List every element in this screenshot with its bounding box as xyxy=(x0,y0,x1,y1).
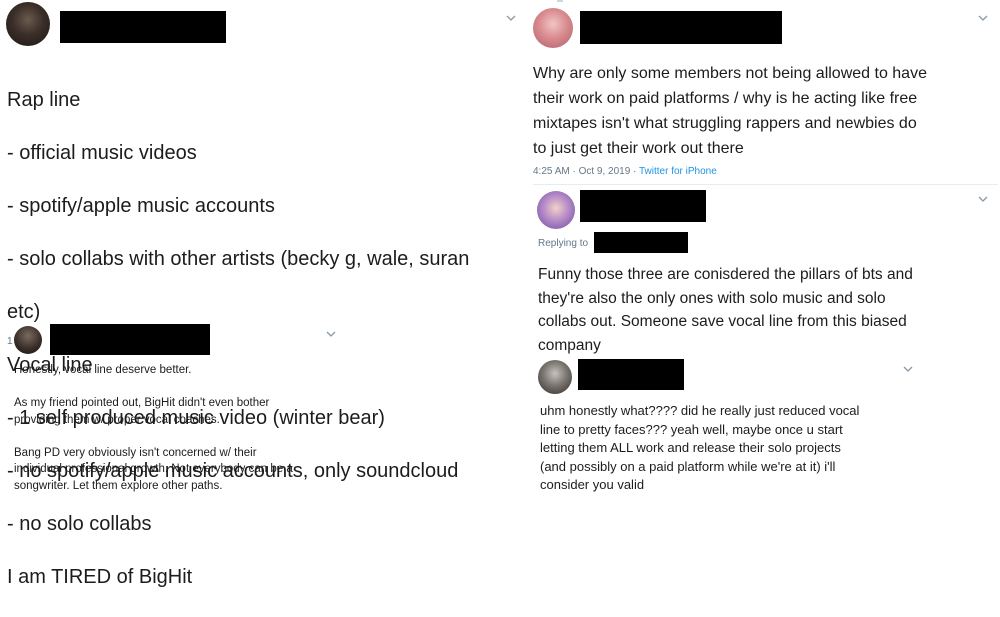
username-redaction xyxy=(580,190,706,222)
tweet-line: - spotify/apple music accounts xyxy=(7,194,275,217)
tweet-line: Rap line xyxy=(7,88,81,111)
reply-count: 1 xyxy=(7,336,13,347)
chevron-down-icon[interactable] xyxy=(326,329,336,339)
avatar[interactable] xyxy=(538,360,572,394)
reply-text: uhm honestly what???? did he really just… xyxy=(540,403,860,492)
username-redaction xyxy=(578,359,684,390)
replying-to-label: Replying to xyxy=(538,238,589,249)
tweet-line: - official music videos xyxy=(7,141,197,164)
avatar[interactable] xyxy=(537,191,575,229)
tweet-line: - solo collabs with other artists (becky… xyxy=(7,247,470,270)
tweet-line: etc) xyxy=(7,300,41,323)
replying-to-redaction xyxy=(594,232,688,253)
timestamp-text: 4:25 AM · Oct 9, 2019 · xyxy=(533,166,639,177)
top-border-fragment xyxy=(557,0,563,2)
tweet-timestamp: 4:25 AM · Oct 9, 2019 · Twitter for iPho… xyxy=(533,166,717,177)
reply-text: Funny those three are conisdered the pil… xyxy=(538,266,913,354)
chevron-down-icon[interactable] xyxy=(978,194,988,204)
divider xyxy=(533,184,998,185)
tweet-line: - no solo collabs xyxy=(7,512,152,535)
source-link[interactable]: Twitter for iPhone xyxy=(639,166,717,177)
username-redaction xyxy=(580,11,782,44)
chevron-down-icon[interactable] xyxy=(903,364,913,374)
reply-text: Honestly, vocal line deserve better. As … xyxy=(14,364,293,492)
avatar[interactable] xyxy=(6,2,50,46)
tweet-text: Why are only some members not being allo… xyxy=(533,65,927,157)
avatar[interactable] xyxy=(533,8,573,48)
username-redaction xyxy=(60,11,226,43)
username-redaction xyxy=(50,324,210,355)
avatar[interactable] xyxy=(14,326,42,354)
chevron-down-icon[interactable] xyxy=(978,13,988,23)
tweet-line: I am TIRED of BigHit xyxy=(7,565,193,588)
chevron-down-icon[interactable] xyxy=(506,13,516,23)
